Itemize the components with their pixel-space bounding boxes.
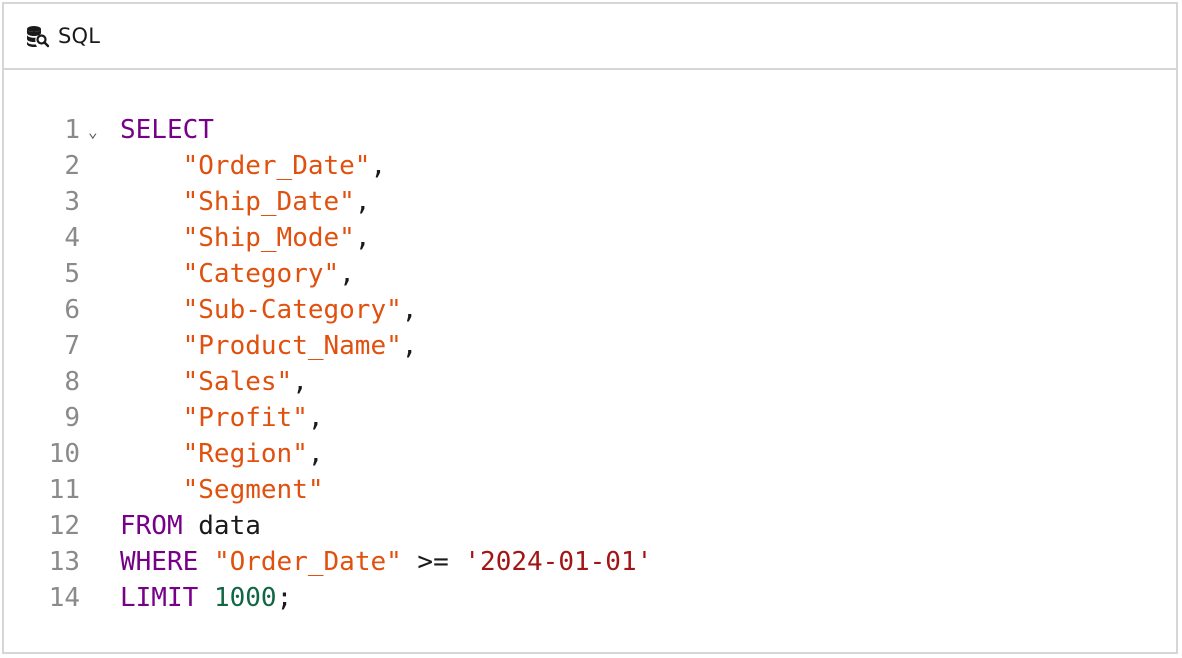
code-line[interactable]: 12 FROM data	[4, 508, 1176, 544]
code-text: "Profit",	[120, 400, 324, 436]
line-number: 6	[64, 295, 80, 325]
code-text: "Category",	[120, 256, 355, 292]
code-text: LIMIT 1000;	[120, 580, 292, 616]
code-token: "Segment"	[182, 475, 324, 505]
code-line[interactable]: 8 "Sales",	[4, 364, 1176, 400]
code-token: "Region"	[182, 439, 308, 469]
code-token: 1000	[213, 583, 277, 613]
sql-code-editor[interactable]: 1 ⌄ SELECT 2 "Order_Date", 3 "Ship_Date", 4 "…	[4, 112, 1176, 616]
code-token: ;	[276, 583, 293, 613]
line-number: 5	[64, 259, 80, 289]
code-line[interactable]: 1 ⌄ SELECT	[4, 112, 1176, 148]
code-token: ,	[292, 367, 308, 397]
line-number: 13	[48, 547, 80, 577]
code-line[interactable]: 14 LIMIT 1000;	[4, 580, 1176, 616]
line-number: 1	[64, 115, 80, 145]
code-text: SELECT	[120, 112, 214, 148]
code-line[interactable]: 10 "Region",	[4, 436, 1176, 472]
code-token: SELECT	[120, 115, 214, 145]
code-token: "Ship_Mode"	[182, 223, 355, 253]
code-line[interactable]: 4 "Ship_Mode",	[4, 220, 1176, 256]
panel-header: SQL	[4, 4, 1176, 70]
code-token: "Sales"	[182, 367, 293, 397]
line-number: 2	[64, 151, 80, 181]
line-number: 9	[64, 403, 80, 433]
code-line[interactable]: 7 "Product_Name",	[4, 328, 1176, 364]
code-line[interactable]: 2 "Order_Date",	[4, 148, 1176, 184]
code-token: WHERE	[120, 547, 199, 577]
code-text: WHERE "Order_Date" >= '2024-01-01'	[120, 544, 652, 580]
code-line[interactable]: 11 "Segment"	[4, 472, 1176, 508]
line-number: 12	[48, 511, 80, 541]
code-token: ,	[401, 295, 418, 325]
code-text: "Sales",	[120, 364, 308, 400]
line-number: 14	[48, 583, 80, 613]
code-text: "Ship_Mode",	[120, 220, 371, 256]
database-search-icon	[24, 23, 50, 49]
code-token: ,	[307, 439, 324, 469]
code-token: >=	[401, 547, 465, 577]
line-number: 4	[64, 223, 80, 253]
code-line[interactable]: 3 "Ship_Date",	[4, 184, 1176, 220]
line-number: 8	[64, 367, 80, 397]
code-token: data	[182, 511, 261, 541]
line-number: 11	[48, 475, 80, 505]
panel-title: SQL	[58, 24, 101, 48]
code-token: "Product_Name"	[182, 331, 402, 361]
code-line[interactable]: 9 "Profit",	[4, 400, 1176, 436]
code-token: ,	[354, 223, 371, 253]
code-token: ,	[307, 403, 324, 433]
fold-chevron-icon[interactable]: ⌄	[88, 114, 104, 150]
code-text: "Region",	[120, 436, 324, 472]
code-token: ,	[339, 259, 355, 289]
code-text: "Segment"	[120, 472, 324, 508]
code-token: '2024-01-01'	[464, 547, 653, 577]
code-token: LIMIT	[120, 583, 199, 613]
code-text: FROM data	[120, 508, 261, 544]
code-text: "Order_Date",	[120, 148, 387, 184]
sql-panel: SQL 1 ⌄ SELECT 2 "Order_Date", 3 "Ship_Date"…	[2, 2, 1178, 654]
code-token: ,	[354, 187, 371, 217]
code-token: "Order_Date"	[182, 151, 371, 181]
code-token: "Ship_Date"	[182, 187, 355, 217]
line-number: 7	[64, 331, 80, 361]
code-token: ,	[370, 151, 387, 181]
code-line[interactable]: 13 WHERE "Order_Date" >= '2024-01-01'	[4, 544, 1176, 580]
line-number: 3	[64, 187, 80, 217]
code-line[interactable]: 6 "Sub-Category",	[4, 292, 1176, 328]
code-token: FROM	[120, 511, 183, 541]
code-token: ,	[401, 331, 418, 361]
code-token: "Order_Date"	[213, 547, 402, 577]
code-line[interactable]: 5 "Category",	[4, 256, 1176, 292]
code-text: "Product_Name",	[120, 328, 418, 364]
code-text: "Sub-Category",	[120, 292, 418, 328]
line-number: 10	[48, 439, 80, 469]
code-token: "Profit"	[182, 403, 308, 433]
code-token: "Category"	[182, 259, 340, 289]
code-token: "Sub-Category"	[182, 295, 402, 325]
code-text: "Ship_Date",	[120, 184, 371, 220]
